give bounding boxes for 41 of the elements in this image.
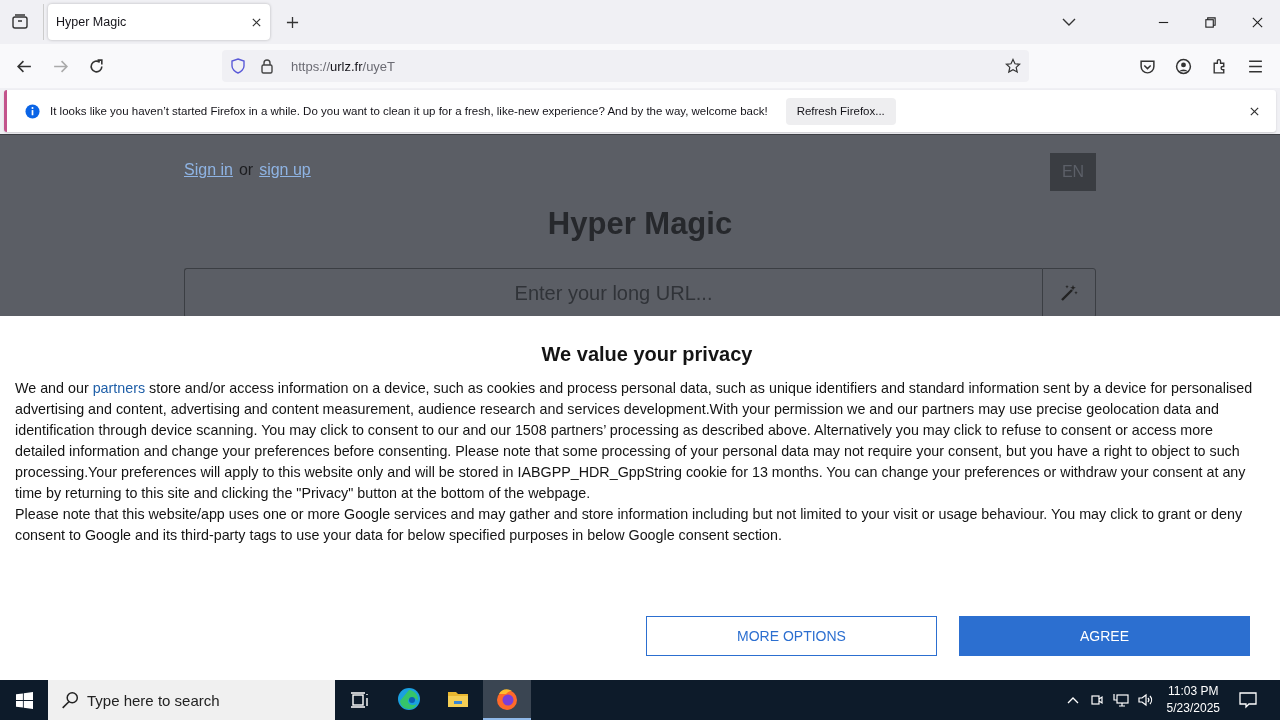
close-icon[interactable]: [1249, 105, 1260, 117]
browser-tab[interactable]: Hyper Magic: [48, 4, 270, 40]
search-icon: [61, 691, 79, 709]
taskbar-search-field[interactable]: Type here to search: [48, 680, 335, 720]
lock-icon[interactable]: [259, 58, 275, 74]
address-bar[interactable]: https://urlz.fr/uyeT: [222, 50, 1029, 82]
magic-wand-icon: [1059, 283, 1079, 303]
network-icon[interactable]: [1112, 692, 1129, 708]
account-icon[interactable]: [1175, 57, 1192, 75]
new-tab-icon[interactable]: [286, 15, 299, 29]
consent-paragraph: Please note that this website/app uses one or more Google services and may gather and store information including but not limited to your visit or usage behaviour. You may click to grant or deny consent to Google and its third-party tags to use your data for below specified purposes in below Google consent section.: [15, 505, 1244, 545]
clock[interactable]: 11:03 PM 5/23/2025: [1166, 683, 1220, 717]
site-title: Hyper Magic: [546, 206, 734, 242]
partners-link[interactable]: partners: [92, 380, 146, 396]
pocket-icon[interactable]: [1139, 57, 1156, 75]
notifications-icon[interactable]: [1238, 690, 1258, 710]
volume-icon[interactable]: [1136, 692, 1153, 708]
camera-icon[interactable]: [1088, 692, 1105, 708]
or-text: or: [238, 161, 254, 179]
menu-icon[interactable]: [1247, 57, 1264, 75]
info-icon: [25, 103, 40, 119]
url-text: https://urlz.fr/uyeT: [291, 58, 396, 74]
task-view-icon: [350, 690, 370, 710]
refresh-firefox-button[interactable]: Refresh Firefox...: [785, 97, 896, 125]
tab-list-icon[interactable]: [11, 13, 29, 31]
windows-logo-icon: [15, 691, 33, 709]
firefox-taskbar-button[interactable]: [483, 680, 531, 720]
agree-button[interactable]: AGREE: [959, 616, 1250, 656]
reload-icon[interactable]: [88, 57, 105, 75]
close-icon[interactable]: [251, 16, 262, 28]
tab-title: Hyper Magic: [56, 15, 127, 29]
edge-browser-icon: [397, 687, 421, 711]
notification-message: It looks like you haven’t started Firefox in a while. Do you want to clean it up for a fresh, like-new experience? And by the way, welcome back!: [50, 105, 768, 117]
star-icon[interactable]: [1005, 58, 1021, 74]
shield-icon[interactable]: [230, 58, 246, 74]
consent-title: We value your privacy: [540, 343, 754, 366]
restore-icon[interactable]: [1204, 15, 1217, 29]
close-icon[interactable]: [1251, 15, 1264, 29]
firefox-browser-icon: [495, 687, 519, 711]
more-options-button[interactable]: MORE OPTIONS: [646, 616, 937, 656]
consent-paragraph: We and our partners store and/or access information on a device, such as cookies and process personal data, such as unique identifiers and standard information sent by a device for personalised advertising and content, advertising and content measurement, audience research and services development.With your permission we and our partners may use precise geolocation data and identification through device scanning. You may click to consent to our and our 1508 partners’ processing as described above. Alternatively you may click to refuse to consent or access more detailed information and change your preferences before consenting. Please note that some processing of your personal data may not require your consent, but you have a right to object to such processing.Your preferences will apply to this website only and will be stored in IABGPP_HDR_GppString cookie for 13 months. You can change your preferences or withdraw your consent at any time by returning to this site and clicking the "Privacy" button at the bottom of the webpage.: [15, 379, 1254, 503]
